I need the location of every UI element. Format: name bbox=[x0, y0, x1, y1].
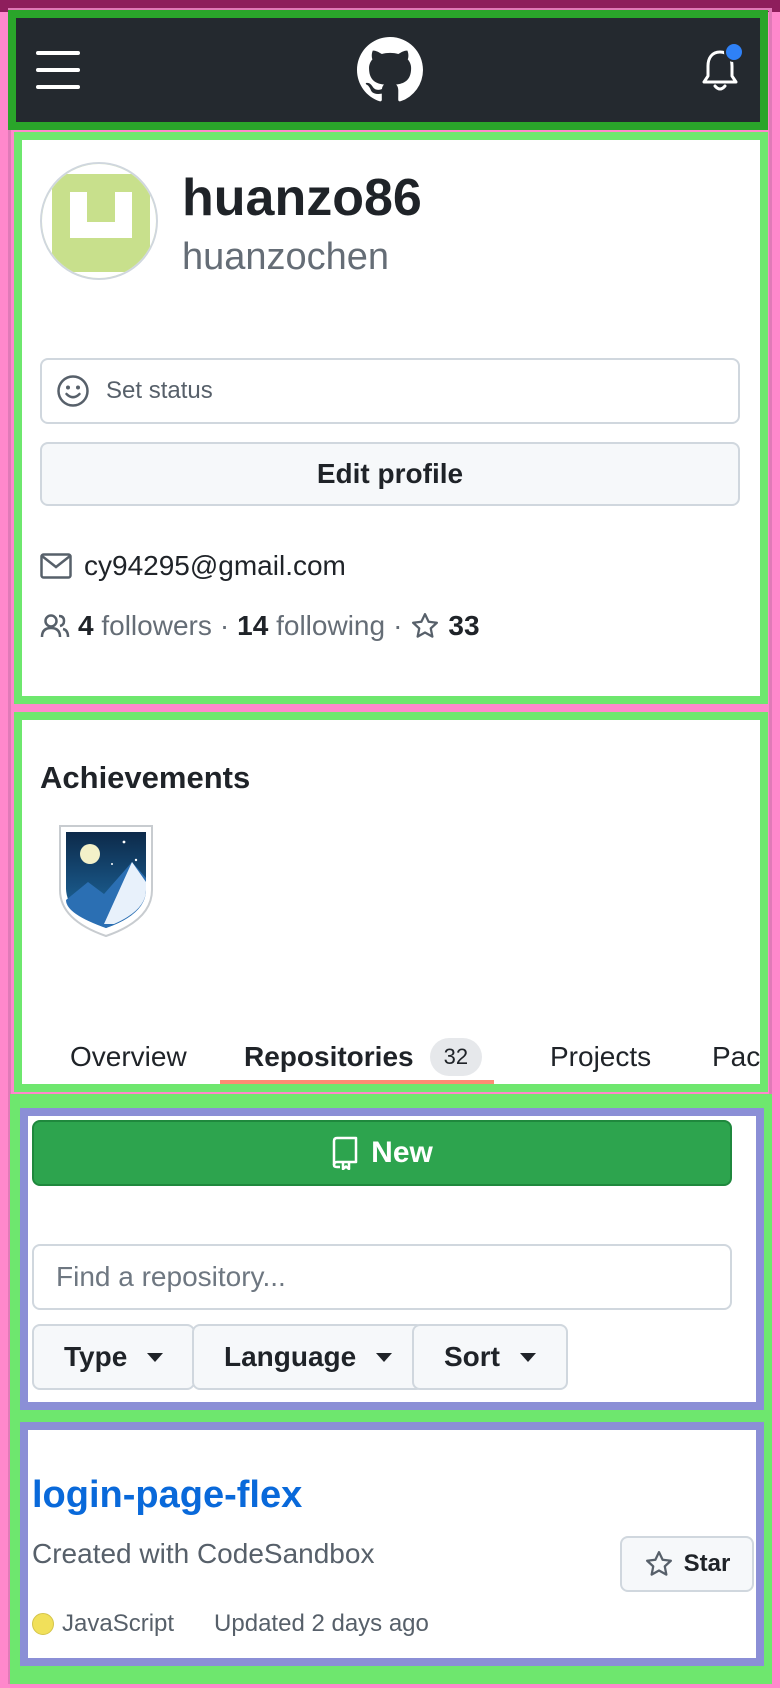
repository-updated: Updated 2 days ago bbox=[214, 1610, 429, 1637]
caret-down-icon bbox=[147, 1352, 164, 1362]
repo-icon bbox=[332, 1136, 358, 1170]
email-link[interactable]: cy94295@gmail.com bbox=[84, 550, 346, 582]
language-filter-dropdown[interactable]: Language bbox=[192, 1324, 425, 1390]
hamburger-menu-icon[interactable] bbox=[36, 51, 80, 89]
caret-down-icon bbox=[376, 1352, 393, 1362]
language-color-icon bbox=[32, 1613, 54, 1635]
type-filter-dropdown[interactable]: Type bbox=[32, 1324, 196, 1390]
active-tab-indicator bbox=[220, 1080, 494, 1084]
new-repo-button[interactable]: New bbox=[32, 1120, 732, 1186]
repository-language: JavaScript bbox=[62, 1610, 175, 1637]
tab-repositories-label: Repositories bbox=[244, 1041, 414, 1072]
find-repository-input[interactable] bbox=[32, 1244, 732, 1310]
follow-stats: 4 followers · 14 following · 33 bbox=[40, 610, 480, 642]
repository-meta: JavaScript Updated 2 days ago bbox=[32, 1610, 429, 1638]
star-icon bbox=[645, 1551, 672, 1576]
tab-packages[interactable]: Pack bbox=[712, 1022, 760, 1092]
achievements-title: Achievements bbox=[40, 760, 251, 795]
profile-username: huanzo86 bbox=[182, 169, 422, 227]
identicon-image bbox=[42, 164, 156, 278]
app-header bbox=[8, 10, 768, 130]
mail-icon bbox=[40, 553, 72, 579]
following-count: 14 bbox=[237, 610, 269, 641]
separator: · bbox=[393, 610, 403, 641]
repositories-count-badge: 32 bbox=[429, 1038, 483, 1076]
stars-link[interactable]: 33 bbox=[410, 610, 480, 642]
edit-profile-button[interactable]: Edit profile bbox=[40, 442, 740, 506]
achievement-badge-icon[interactable] bbox=[54, 820, 158, 940]
following-link[interactable]: 14 following bbox=[237, 610, 385, 642]
repo-controls: New Type Language Sort bbox=[20, 1108, 764, 1410]
set-status-label: Set status bbox=[106, 377, 213, 404]
stars-count: 33 bbox=[448, 610, 480, 641]
star-label: Star bbox=[683, 1550, 731, 1577]
type-filter-label: Type bbox=[64, 1341, 128, 1372]
smiley-icon bbox=[57, 375, 89, 407]
repository-item: login-page-flex Created with CodeSandbox… bbox=[20, 1422, 764, 1666]
sort-filter-dropdown[interactable]: Sort bbox=[412, 1324, 568, 1390]
repository-name-link[interactable]: login-page-flex bbox=[32, 1474, 302, 1517]
tab-overview[interactable]: Overview bbox=[70, 1022, 187, 1092]
followers-link[interactable]: 4 followers bbox=[78, 610, 212, 642]
followers-count: 4 bbox=[78, 610, 94, 641]
unread-indicator bbox=[724, 42, 744, 62]
set-status-button[interactable]: Set status bbox=[40, 358, 740, 424]
github-logo-icon[interactable] bbox=[357, 37, 423, 103]
star-button[interactable]: Star bbox=[620, 1536, 754, 1592]
followers-label: followers bbox=[101, 610, 212, 641]
new-repo-label: New bbox=[371, 1136, 433, 1169]
avatar[interactable] bbox=[40, 162, 158, 280]
language-filter-label: Language bbox=[224, 1341, 357, 1372]
caret-down-icon bbox=[520, 1352, 536, 1362]
notifications-button[interactable] bbox=[700, 42, 744, 94]
achievements-section: Achievements Overview Repositories 32 Pr… bbox=[14, 712, 768, 1092]
profile-card: huanzo86 huanzochen Set status Edit prof… bbox=[14, 132, 768, 704]
following-label: following bbox=[276, 610, 386, 641]
email-row: cy94295@gmail.com bbox=[40, 550, 346, 582]
tab-projects[interactable]: Projects bbox=[550, 1022, 651, 1092]
star-icon bbox=[412, 613, 439, 638]
sort-filter-label: Sort bbox=[444, 1341, 500, 1372]
repository-description: Created with CodeSandbox bbox=[32, 1538, 375, 1569]
people-icon bbox=[40, 614, 70, 638]
separator: · bbox=[219, 610, 230, 641]
profile-fullname: huanzochen bbox=[182, 236, 390, 278]
